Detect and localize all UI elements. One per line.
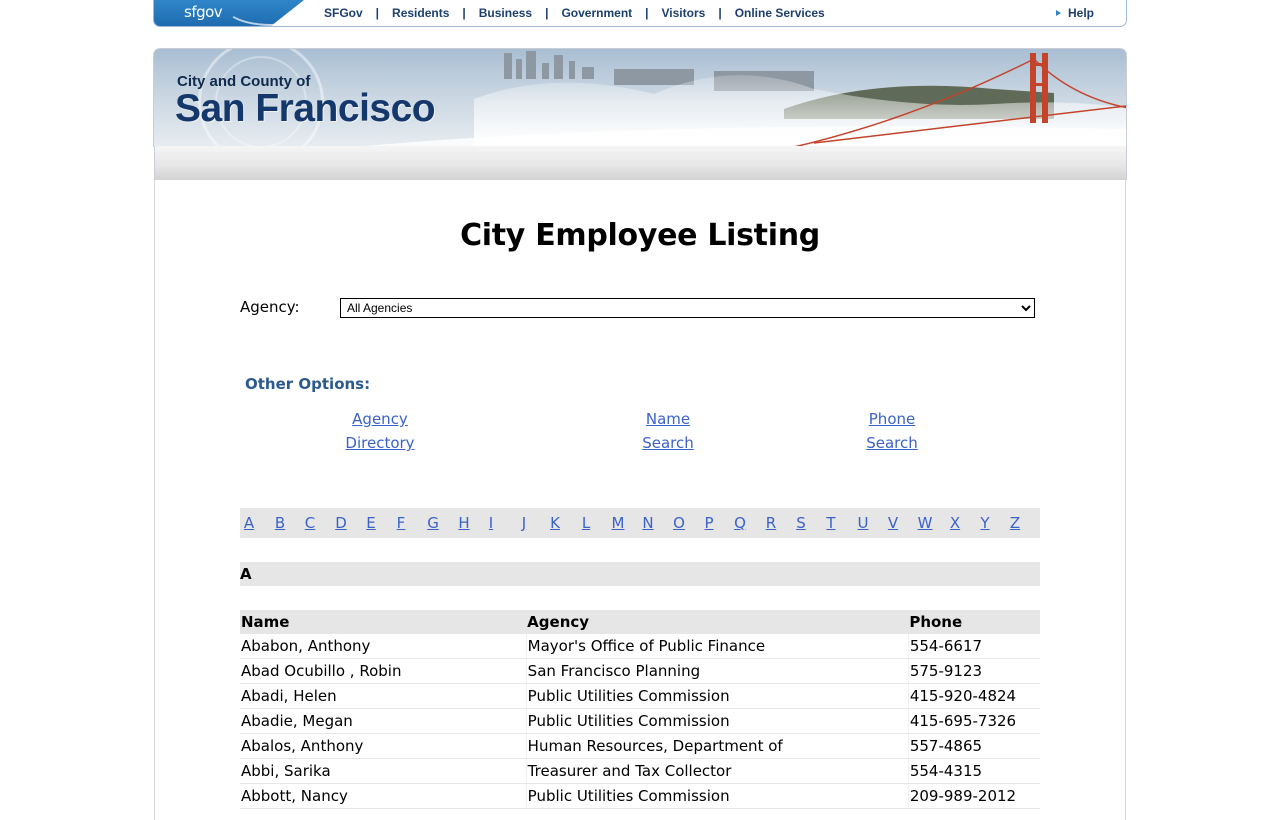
cell-agency: Public Utilities Commission xyxy=(526,683,909,709)
section-letter: A xyxy=(240,565,252,583)
cell-agency: Mayor's Office of Public Finance xyxy=(526,634,909,659)
alpha-link-o[interactable]: O xyxy=(673,514,685,532)
agency-directory-link[interactable]: Agency Directory xyxy=(330,407,430,455)
alpha-link-y[interactable]: Y xyxy=(980,514,989,532)
alpha-link-x[interactable]: X xyxy=(950,514,960,532)
link-line: Name xyxy=(645,410,691,428)
nav-separator: | xyxy=(718,6,722,20)
cell-agency: Public Utilities Commission xyxy=(526,708,909,734)
alpha-link-i[interactable]: I xyxy=(489,514,493,532)
table-row: Abbi, Sarika Treasurer and Tax Collector… xyxy=(240,758,1040,784)
table-row: Abbott, Nancy Public Utilities Commissio… xyxy=(240,783,1040,809)
alpha-link-f[interactable]: F xyxy=(397,514,406,532)
cell-name: Abalos, Anthony xyxy=(240,733,527,759)
sfgov-logo: sfgov xyxy=(184,3,223,21)
link-line: Search xyxy=(642,434,694,452)
agency-label: Agency: xyxy=(240,298,300,316)
cell-phone: 554-6617 xyxy=(908,634,1040,659)
table-row: Abalos, Anthony Human Resources, Departm… xyxy=(240,733,1040,759)
column-header-agency: Agency xyxy=(526,610,909,634)
link-line: Directory xyxy=(345,434,415,452)
other-options-heading: Other Options: xyxy=(245,375,371,393)
alpha-link-s[interactable]: S xyxy=(796,514,806,532)
nav-item-government[interactable]: Government xyxy=(561,6,632,20)
nav-item-residents[interactable]: Residents xyxy=(392,6,449,20)
alpha-link-g[interactable]: G xyxy=(427,514,439,532)
alpha-link-b[interactable]: B xyxy=(275,514,285,532)
banner-title[interactable]: San Francisco xyxy=(175,87,436,131)
cell-phone: 415-920-4824 xyxy=(908,683,1040,709)
cell-agency: Treasurer and Tax Collector xyxy=(526,758,909,784)
alpha-link-p[interactable]: P xyxy=(704,514,713,532)
link-line: Search xyxy=(866,434,918,452)
top-nav-bar: sfgov SFGov | Residents | Business | Gov… xyxy=(153,0,1127,27)
alpha-link-q[interactable]: Q xyxy=(734,514,746,532)
swoosh-icon xyxy=(224,0,304,26)
cell-name: Abadi, Helen xyxy=(240,683,527,709)
cell-phone: 209-989-2012 xyxy=(908,783,1040,809)
column-header-name: Name xyxy=(240,610,527,634)
skyline-golden-gate-image xyxy=(354,51,1126,147)
alpha-link-l[interactable]: L xyxy=(582,514,590,532)
alpha-link-m[interactable]: M xyxy=(612,514,625,532)
page-title: City Employee Listing xyxy=(460,218,820,253)
cell-name: Ababon, Anthony xyxy=(240,634,527,659)
cell-phone: 415-695-7326 xyxy=(908,708,1040,734)
cell-agency: Human Resources, Department of xyxy=(526,733,909,759)
nav-separator: | xyxy=(462,6,466,20)
cell-agency: San Francisco Planning xyxy=(526,658,909,684)
alpha-link-k[interactable]: K xyxy=(550,514,560,532)
alpha-link-c[interactable]: C xyxy=(305,514,315,532)
alpha-link-j[interactable]: J xyxy=(522,514,526,532)
alpha-link-d[interactable]: D xyxy=(335,514,347,532)
nav-separator: | xyxy=(645,6,649,20)
alpha-link-e[interactable]: E xyxy=(366,514,375,532)
table-row: Ababon, Anthony Mayor's Office of Public… xyxy=(240,634,1040,659)
nav-separator: | xyxy=(545,6,549,20)
nav-item-online-services[interactable]: Online Services xyxy=(735,6,825,20)
cell-phone: 557-4865 xyxy=(908,733,1040,759)
cell-phone: 575-9123 xyxy=(908,658,1040,684)
help-label: Help xyxy=(1067,6,1094,20)
name-search-link[interactable]: Name Search xyxy=(618,407,718,455)
alpha-link-h[interactable]: H xyxy=(458,514,469,532)
alphabet-bar: A B C D E F G H I J K L M N O P Q R S T … xyxy=(240,508,1040,538)
employee-table: Name Agency Phone Ababon, Anthony Mayor'… xyxy=(240,610,1040,809)
section-header-bar: A xyxy=(240,562,1040,586)
help-link[interactable]: Help xyxy=(1055,0,1094,26)
banner-sub-bar xyxy=(154,146,1127,180)
cell-phone: 554-4315 xyxy=(908,758,1040,784)
top-nav-links: SFGov | Residents | Business | Governmen… xyxy=(324,0,825,26)
table-row: Abad Ocubillo , Robin San Francisco Plan… xyxy=(240,658,1040,684)
link-line: Phone xyxy=(868,410,916,428)
alpha-link-r[interactable]: R xyxy=(766,514,776,532)
cell-name: Abbott, Nancy xyxy=(240,783,527,809)
table-header-row: Name Agency Phone xyxy=(240,610,1040,634)
nav-item-sfgov[interactable]: SFGov xyxy=(324,6,363,20)
cell-name: Abbi, Sarika xyxy=(240,758,527,784)
header-banner: City and County of San Francisco xyxy=(153,48,1127,147)
nav-item-business[interactable]: Business xyxy=(479,6,532,20)
play-arrow-icon xyxy=(1055,10,1061,16)
cell-name: Abad Ocubillo , Robin xyxy=(240,658,527,684)
table-row: Abadi, Helen Public Utilities Commission… xyxy=(240,683,1040,709)
phone-search-link[interactable]: Phone Search xyxy=(842,407,942,455)
alpha-link-z[interactable]: Z xyxy=(1010,514,1020,532)
table-row: Abadie, Megan Public Utilities Commissio… xyxy=(240,708,1040,734)
alpha-link-u[interactable]: U xyxy=(858,514,869,532)
alpha-link-w[interactable]: W xyxy=(918,514,933,532)
column-header-phone: Phone xyxy=(908,610,1040,634)
nav-item-visitors[interactable]: Visitors xyxy=(662,6,706,20)
cell-name: Abadie, Megan xyxy=(240,708,527,734)
alpha-link-a[interactable]: A xyxy=(244,514,254,532)
sfgov-brand-tab[interactable]: sfgov xyxy=(154,0,304,26)
cell-agency: Public Utilities Commission xyxy=(526,783,909,809)
nav-separator: | xyxy=(375,6,380,20)
link-line: Agency xyxy=(352,410,408,428)
alpha-link-t[interactable]: T xyxy=(826,514,835,532)
alpha-link-n[interactable]: N xyxy=(642,514,653,532)
alpha-link-v[interactable]: V xyxy=(888,514,898,532)
agency-select[interactable]: All Agencies xyxy=(340,298,1035,318)
